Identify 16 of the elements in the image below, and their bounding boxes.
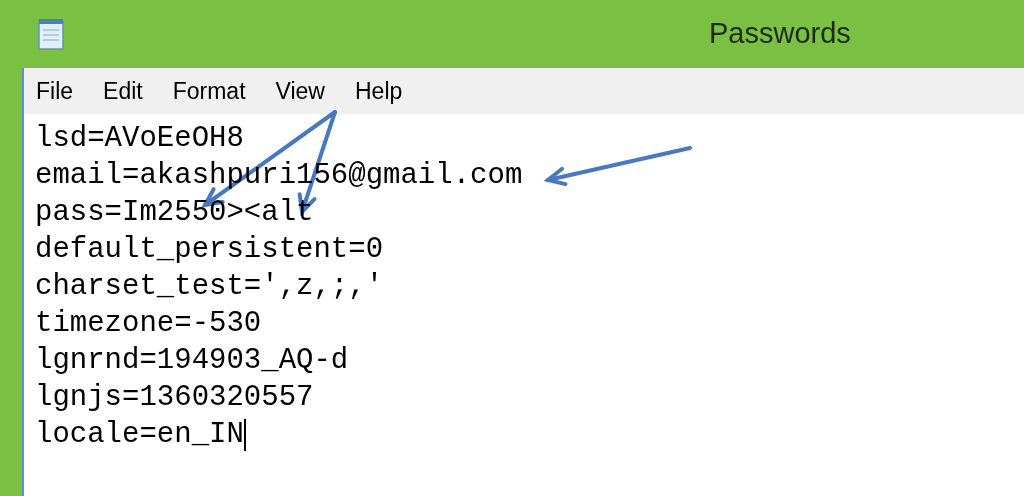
text-line: timezone=-530 — [35, 306, 262, 342]
menu-item[interactable]: Edit — [103, 73, 143, 109]
text-line: default_persistent=0 — [35, 232, 384, 268]
menu-item[interactable]: File — [36, 73, 74, 109]
text-line: charset_test=',z,;,' — [35, 269, 384, 305]
text-line: lgnjs=1360320557 — [35, 380, 314, 416]
text-cursor — [243, 418, 246, 451]
text-line: lsd=AVoEeOH8 — [35, 121, 244, 157]
menu-item[interactable]: Help — [355, 73, 403, 109]
text-line: pass=Im2550><alt — [35, 195, 314, 231]
text-line: locale=en_IN — [35, 417, 244, 453]
menu-item[interactable]: Format — [172, 73, 246, 109]
window-title: Passwords — [709, 16, 851, 52]
menu-item[interactable]: View — [275, 73, 325, 109]
text-line: lgnrnd=194903_AQ-d — [35, 343, 349, 379]
notepad-icon — [38, 18, 64, 50]
